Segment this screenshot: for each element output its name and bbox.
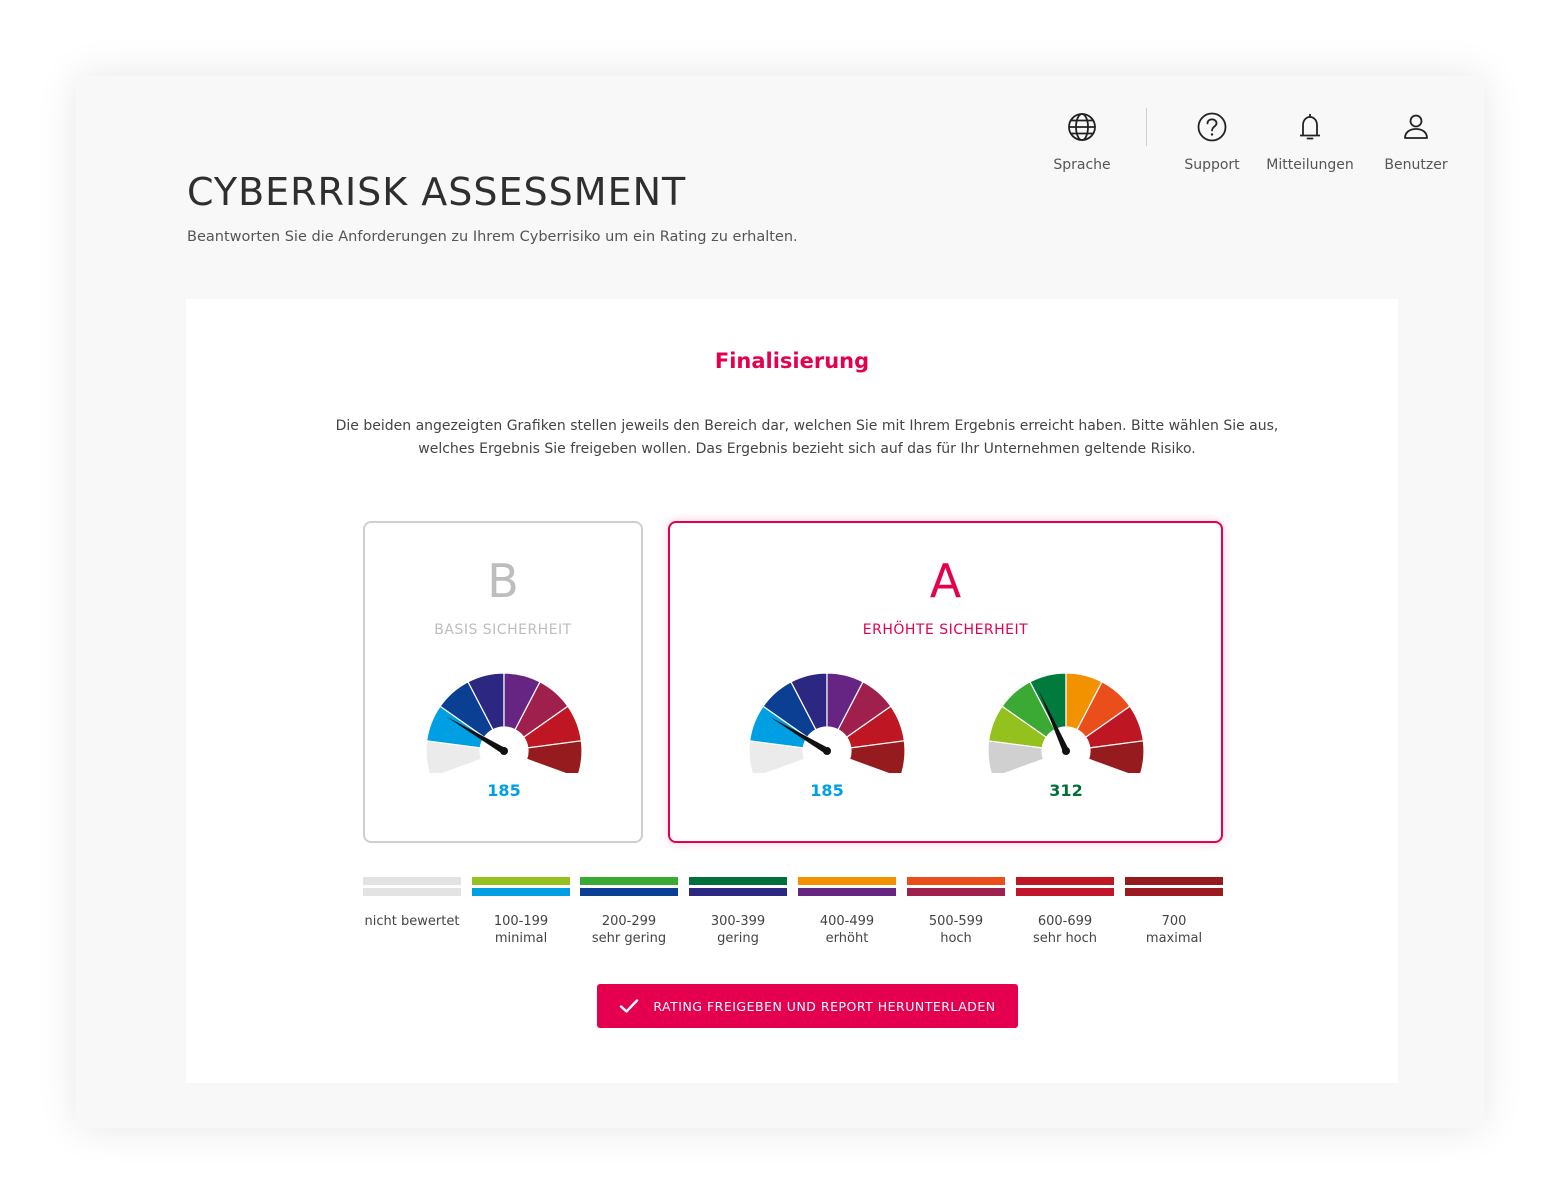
gauge-needle-hub <box>823 747 831 755</box>
submit-button-label: RATING FREIGEBEN UND REPORT HERUNTERLADE… <box>653 998 996 1014</box>
nav-item-support[interactable]: Support <box>1162 108 1262 173</box>
legend-item: 300-399 gering <box>689 877 787 947</box>
legend-bar-top <box>580 877 678 885</box>
nav-label-sprache: Sprache <box>1053 157 1111 173</box>
legend-range: 500-599 <box>928 914 984 929</box>
gauge-erhoeht-1: 185 <box>745 673 909 800</box>
legend-range: 400-499 <box>819 914 875 929</box>
option-basis-sicherheit[interactable]: B BASIS SICHERHEIT 185 <box>363 521 643 843</box>
legend-bar-bottom <box>689 888 787 896</box>
gauge-value: 185 <box>810 781 844 800</box>
bell-icon <box>1300 114 1320 140</box>
gauge-needle-hub <box>1062 747 1070 755</box>
legend-range: 200-299 <box>601 914 657 929</box>
gauge-basis: 185 <box>422 673 586 800</box>
globe-icon <box>1068 113 1096 141</box>
legend-item: 500-599 hoch <box>907 877 1005 947</box>
legend-item: 200-299 sehr gering <box>580 877 678 947</box>
nav-label-mitteilungen: Mitteilungen <box>1266 157 1354 173</box>
nav-item-sprache[interactable]: Sprache <box>1032 108 1132 173</box>
gauge-value: 185 <box>487 781 521 800</box>
option-letter-b: B <box>487 554 519 608</box>
legend-range: 300-399 <box>710 914 766 929</box>
legend-label: gering <box>717 931 759 946</box>
nav-item-benutzer[interactable]: Benutzer <box>1366 108 1466 173</box>
legend-bar-top <box>689 877 787 885</box>
release-rating-download-report-button[interactable]: RATING FREIGEBEN UND REPORT HERUNTERLADE… <box>597 984 1018 1028</box>
page-subtitle: Beantworten Sie die Anforderungen zu Ihr… <box>187 229 798 245</box>
rating-legend: nicht bewertet 100-199 minimal 200-299 seh… <box>363 877 1225 957</box>
option-label-erhoeht: ERHÖHTE SICHERHEIT <box>862 622 1029 638</box>
legend-label: minimal <box>494 931 548 946</box>
legend-bar-top <box>907 877 1005 885</box>
gauge-value: 312 <box>1049 781 1083 800</box>
legend-item: 700 maximal <box>1125 877 1223 947</box>
nav-label-benutzer: Benutzer <box>1384 157 1448 173</box>
card-description: Die beiden angezeigten Grafiken stellen … <box>276 415 1338 461</box>
legend-bar-top <box>472 877 570 885</box>
card-description-line-2: welches Ergebnis Sie freigeben wollen. D… <box>418 441 1196 457</box>
legend-label: nicht bewertet <box>364 914 460 929</box>
legend-bar-bottom <box>1125 888 1223 896</box>
gauge-dial <box>987 673 1145 773</box>
legend-text: 500-599 hoch <box>907 913 1005 947</box>
page-title: CYBERRISK ASSESSMENT <box>187 170 687 214</box>
legend-text: 300-399 gering <box>689 913 787 947</box>
nav-label-support: Support <box>1184 157 1240 173</box>
legend-bar-bottom <box>1016 888 1114 896</box>
legend-bar-top <box>798 877 896 885</box>
gauge-needle-hub <box>500 747 508 755</box>
gauge-dial <box>425 673 583 773</box>
legend-item: 600-699 sehr hoch <box>1016 877 1114 947</box>
option-erhoehte-sicherheit[interactable]: A ERHÖHTE SICHERHEIT 185 312 <box>668 521 1223 843</box>
legend-label: maximal <box>1145 931 1203 946</box>
legend-range: 600-699 <box>1037 914 1093 929</box>
legend-bar-top <box>1016 877 1114 885</box>
card-description-line-1: Die beiden angezeigten Grafiken stellen … <box>335 418 1279 434</box>
legend-bar-top <box>363 877 461 885</box>
gauge-erhoeht-2: 312 <box>984 673 1148 800</box>
option-letter-a: A <box>929 554 962 608</box>
legend-bar-bottom <box>580 888 678 896</box>
legend-text: 200-299 sehr gering <box>580 913 678 947</box>
legend-bar-bottom <box>907 888 1005 896</box>
legend-item: nicht bewertet <box>363 877 461 930</box>
nav-item-mitteilungen[interactable]: Mitteilungen <box>1260 108 1360 173</box>
legend-bar-bottom <box>363 888 461 896</box>
legend-label: sehr gering <box>591 931 667 946</box>
legend-text: 600-699 sehr hoch <box>1016 913 1114 947</box>
legend-text: 400-499 erhöht <box>798 913 896 947</box>
option-label-basis: BASIS SICHERHEIT <box>434 622 572 638</box>
checkmark-icon <box>620 999 639 1013</box>
user-icon <box>1404 114 1428 139</box>
legend-item: 400-499 erhöht <box>798 877 896 947</box>
card-title: Finalisierung <box>714 349 870 373</box>
legend-text: nicht bewertet <box>363 913 461 930</box>
top-navigation: Sprache Support Mitteilungen Benutzer <box>76 108 1484 178</box>
help-circle-icon <box>1197 112 1227 142</box>
nav-divider <box>1146 108 1147 146</box>
legend-bar-top <box>1125 877 1223 885</box>
legend-label: sehr hoch <box>1032 931 1098 946</box>
legend-bar-bottom <box>472 888 570 896</box>
finalization-card: Finalisierung Die beiden angezeigten Gra… <box>186 299 1398 1083</box>
legend-bar-bottom <box>798 888 896 896</box>
app-window: Sprache Support Mitteilungen Benutzer CY… <box>76 76 1484 1128</box>
legend-range: 100-199 <box>493 914 549 929</box>
legend-text: 700 maximal <box>1125 913 1223 947</box>
legend-range: 700 <box>1161 914 1187 929</box>
legend-label: hoch <box>940 931 972 946</box>
legend-label: erhöht <box>825 931 869 946</box>
legend-text: 100-199 minimal <box>472 913 570 947</box>
gauge-dial <box>748 673 906 773</box>
legend-item: 100-199 minimal <box>472 877 570 947</box>
